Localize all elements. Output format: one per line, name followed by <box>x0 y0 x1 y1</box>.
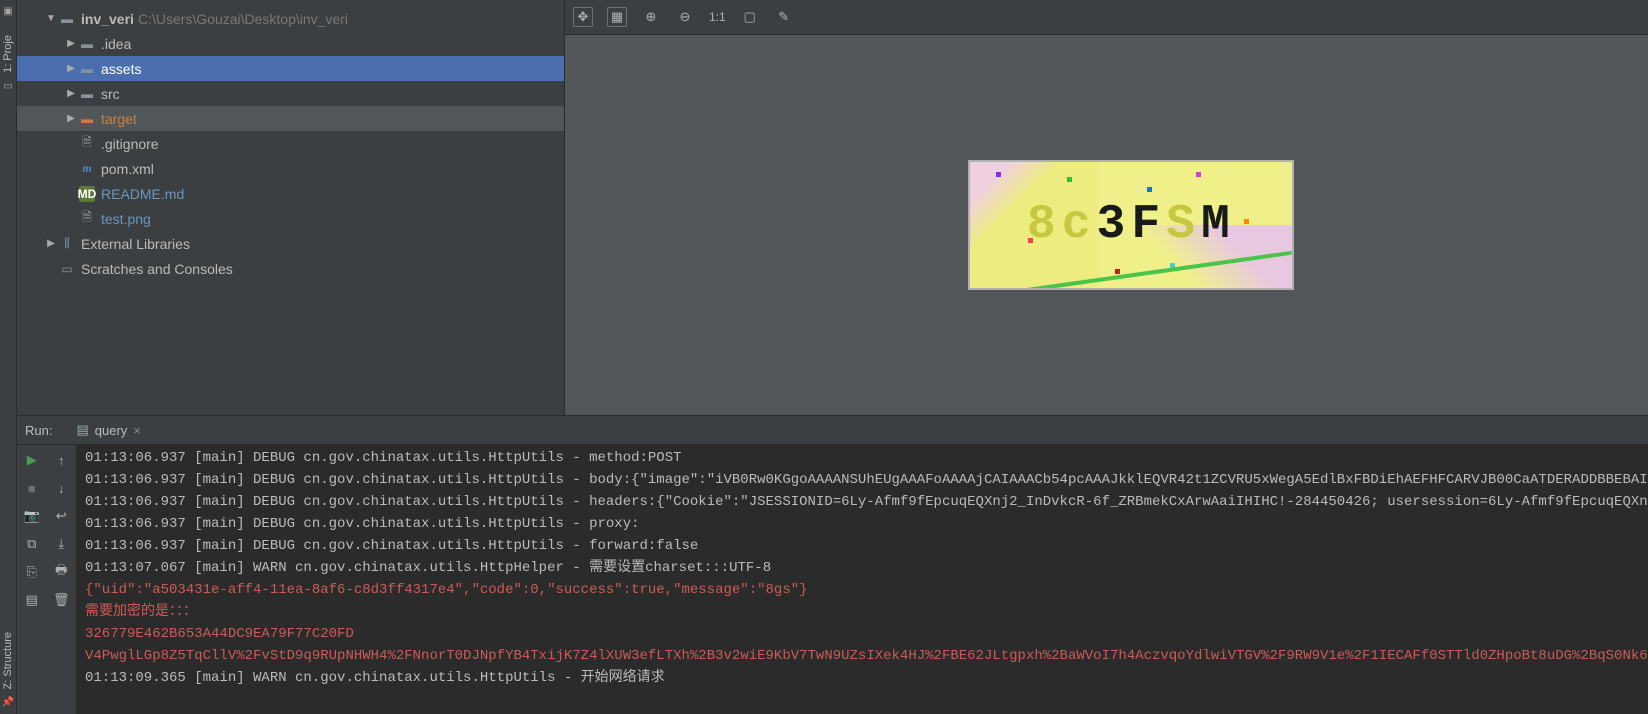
library-icon: ⫼ <box>59 236 75 252</box>
trash-icon[interactable]: 🗑 <box>52 591 70 609</box>
viewer-canvas[interactable]: 8c3FSM <box>565 35 1648 415</box>
markdown-icon: MD <box>79 186 95 202</box>
tree-item-pomxml[interactable]: m pom.xml <box>17 156 564 181</box>
run-tool-header: Run: ▤ query × ⚙ — <box>17 415 1648 445</box>
close-icon[interactable]: × <box>133 423 141 438</box>
image-viewer-panel: ✥ ▦ ⊕ ⊖ 1:1 ▢ ✎ <box>565 0 1648 415</box>
run-title: Run: <box>25 423 52 438</box>
generic-icon[interactable]: ▣ <box>3 6 12 17</box>
chevron-down-icon[interactable]: ▼ <box>45 13 57 24</box>
run-tab-label: query <box>95 423 128 438</box>
tree-item-label: .idea <box>101 36 131 52</box>
run-icon[interactable]: ▶ <box>23 451 41 469</box>
folder-icon: ▬ <box>59 11 75 27</box>
captcha-image: 8c3FSM <box>968 160 1294 290</box>
tree-item-label: External Libraries <box>81 236 190 252</box>
log-line: 01:13:06.937 [main] DEBUG cn.gov.chinata… <box>85 447 1648 469</box>
chevron-right-icon[interactable]: ▶ <box>65 63 77 74</box>
tree-item-label: README.md <box>101 186 184 202</box>
tree-item-testpng[interactable]: 🗎 test.png <box>17 206 564 231</box>
file-icon: 🗎 <box>79 136 95 152</box>
console-area: ▶ ↑ ■ ↓ 📷 ↩ ⧉ ⤓ ⎘ 🖶 ▤ 🗑 01:13:06.937 [main] DE… <box>17 445 1648 714</box>
tree-item-label: test.png <box>101 211 151 227</box>
tree-item-label: assets <box>101 61 141 77</box>
project-tree-panel: ▼ ▬ inv_veri C:\Users\Gouzai\Desktop\inv… <box>17 0 565 415</box>
zoom-out-icon[interactable]: ⊖ <box>675 7 695 27</box>
fit-icon[interactable]: ✥ <box>573 7 593 27</box>
captcha-char: S <box>1166 198 1201 252</box>
bounds-icon[interactable]: ▢ <box>740 7 760 27</box>
color-picker-icon[interactable]: ✎ <box>774 7 794 27</box>
tree-item-label: target <box>101 111 137 127</box>
captcha-char: M <box>1201 198 1236 252</box>
tree-item-label: pom.xml <box>101 161 154 177</box>
log-line: {"uid":"a503431e-aff4-11ea-8af6-c8d3ff43… <box>85 579 1648 601</box>
log-line: 01:13:06.937 [main] DEBUG cn.gov.chinata… <box>85 491 1648 513</box>
console-gutter: ▶ ↑ ■ ↓ 📷 ↩ ⧉ ⤓ ⎘ 🖶 ▤ 🗑 <box>17 445 77 714</box>
tree-root-path: C:\Users\Gouzai\Desktop\inv_veri <box>138 11 348 27</box>
tree-item-label: .gitignore <box>101 136 159 152</box>
folder-icon: ▬ <box>79 86 95 102</box>
grid-icon[interactable]: ▦ <box>607 7 627 27</box>
print-icon[interactable]: 🖶 <box>52 563 70 581</box>
tree-item-gitignore[interactable]: 🗎 .gitignore <box>17 131 564 156</box>
log-line: 01:13:06.937 [main] DEBUG cn.gov.chinata… <box>85 535 1648 557</box>
tree-root-name: inv_veri <box>81 11 134 27</box>
stop-icon[interactable]: ■ <box>23 479 41 497</box>
tree-scratches[interactable]: ▭ Scratches and Consoles <box>17 256 564 281</box>
log-line: 需要加密的是：：： <box>85 601 1648 623</box>
log-line: 01:13:09.365 [main] WARN cn.gov.chinatax… <box>85 667 1648 689</box>
log-line: V4PwglLGp8Z5TqCllV%2FvStD9q9RUpNHWH4%2FN… <box>85 645 1648 667</box>
chevron-right-icon[interactable]: ▶ <box>45 238 57 249</box>
layout-icon[interactable]: ⧉ <box>23 535 41 553</box>
scratches-icon: ▭ <box>59 261 75 277</box>
tree-item-idea[interactable]: ▶▬ .idea <box>17 31 564 56</box>
camera-icon[interactable]: 📷 <box>23 507 41 525</box>
log-line: 01:13:07.067 [main] WARN cn.gov.chinatax… <box>85 557 1648 579</box>
folder-icon: ▬ <box>79 111 95 127</box>
zoom-in-icon[interactable]: ⊕ <box>641 7 661 27</box>
tree-item-label: Scratches and Consoles <box>81 261 233 277</box>
log-line: 326779E462B653A44DC9EA79F77C20FD <box>85 623 1648 645</box>
stack-icon[interactable]: ▤ <box>23 591 41 609</box>
maven-icon: m <box>79 161 95 177</box>
captcha-char: 3F <box>1097 198 1167 252</box>
log-line: 01:13:06.937 [main] DEBUG cn.gov.chinata… <box>85 469 1648 491</box>
structure-sidetab[interactable]: Z: Structure <box>0 628 16 693</box>
tree-external-libraries[interactable]: ▶ ⫼ External Libraries <box>17 231 564 256</box>
scroll-icon[interactable]: ⤓ <box>52 535 70 553</box>
tree-item-target[interactable]: ▶▬ target <box>17 106 564 131</box>
pin-icon[interactable]: 📌 <box>2 697 14 708</box>
one-to-one-button[interactable]: 1:1 <box>709 7 726 27</box>
console-output[interactable]: 01:13:06.937 [main] DEBUG cn.gov.chinata… <box>77 445 1648 714</box>
tree-item-READMEmd[interactable]: MD README.md <box>17 181 564 206</box>
tree-root[interactable]: ▼ ▬ inv_veri C:\Users\Gouzai\Desktop\inv… <box>17 6 564 31</box>
run-config-icon: ▤ <box>76 422 88 438</box>
project-sidetab[interactable]: 1: Proje <box>0 31 16 77</box>
chevron-right-icon[interactable]: ▶ <box>65 38 77 49</box>
file-icon: 🗎 <box>79 211 95 227</box>
chevron-right-icon[interactable]: ▶ <box>65 88 77 99</box>
exit-icon[interactable]: ⎘ <box>23 563 41 581</box>
tree-item-src[interactable]: ▶▬ src <box>17 81 564 106</box>
chevron-right-icon[interactable]: ▶ <box>65 113 77 124</box>
viewer-toolbar: ✥ ▦ ⊕ ⊖ 1:1 ▢ ✎ <box>565 0 1648 35</box>
log-line: 01:13:06.937 [main] DEBUG cn.gov.chinata… <box>85 513 1648 535</box>
folder-icon: ▬ <box>79 61 95 77</box>
down-icon[interactable]: ↓ <box>52 479 70 497</box>
folder-icon: ▬ <box>79 36 95 52</box>
captcha-char: 8c <box>1027 198 1097 252</box>
run-tab-query[interactable]: ▤ query × <box>68 418 148 442</box>
left-tool-gutter: ▣ 1: Proje ▭ Z: Structure 📌 <box>0 0 17 714</box>
tree-item-label: src <box>101 86 120 102</box>
wrap-icon[interactable]: ↩ <box>52 507 70 525</box>
tree-item-assets[interactable]: ▶▬ assets <box>17 56 564 81</box>
folder-icon[interactable]: ▭ <box>3 81 12 92</box>
up-icon[interactable]: ↑ <box>52 451 70 469</box>
